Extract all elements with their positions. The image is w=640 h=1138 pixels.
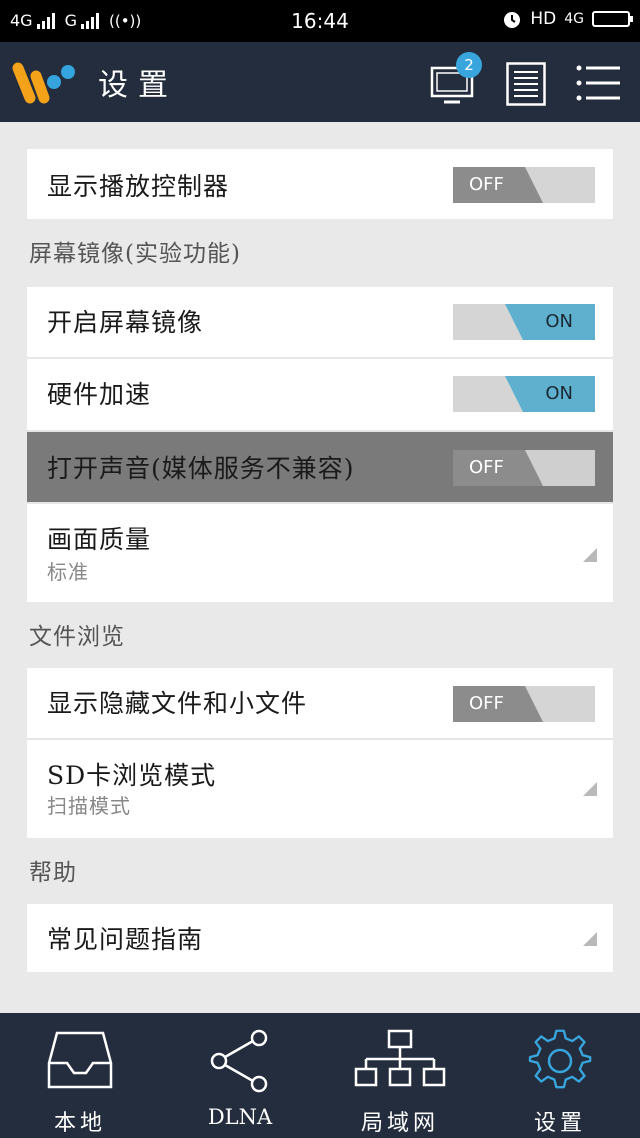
nav-item-lan[interactable]: 局域网	[320, 1013, 480, 1138]
bottom-navigation: 本地 DLNA 局域网 设置	[0, 1013, 640, 1138]
setting-label: SD卡浏览模式	[47, 761, 217, 790]
dropdown-arrow-icon	[583, 782, 597, 796]
setting-label: 开启屏幕镜像	[47, 308, 204, 337]
cast-count-badge: 2	[456, 52, 482, 78]
section-title-mirroring: 屏幕镜像(实验功能)	[29, 241, 241, 267]
nav-label: DLNA	[207, 1105, 273, 1129]
hardware-acceleration-toggle[interactable]: ON	[453, 376, 595, 412]
player-controls-toggle[interactable]: OFF	[453, 167, 595, 203]
toggle-state: OFF	[469, 457, 504, 478]
toggle-state: ON	[545, 383, 573, 404]
alarm-icon	[504, 12, 521, 28]
dropdown-arrow-icon	[583, 548, 597, 562]
help-card: 常见问题指南	[27, 904, 613, 972]
hidden-files-toggle[interactable]: OFF	[453, 686, 595, 722]
gear-icon	[528, 1029, 592, 1089]
network-right: 4G	[564, 11, 584, 27]
page-title: 设置	[98, 68, 178, 103]
inbox-icon	[47, 1031, 113, 1089]
setting-row-player-controls[interactable]: 显示播放控制器 OFF	[27, 149, 613, 219]
setting-label: 显示隐藏文件和小文件	[47, 689, 308, 718]
setting-label: 画面质量	[47, 525, 152, 554]
menu-icon[interactable]	[576, 64, 622, 102]
sound-toggle[interactable]: OFF	[453, 450, 595, 486]
app-logo-icon	[12, 62, 75, 104]
nav-item-settings[interactable]: 设置	[480, 1013, 640, 1138]
setting-row-enable-sound[interactable]: 打开声音(媒体服务不兼容) OFF	[27, 432, 613, 504]
setting-value: 扫描模式	[47, 794, 131, 818]
setting-label: 硬件加速	[47, 380, 152, 409]
nav-label: 设置	[533, 1111, 586, 1136]
setting-row-enable-mirroring[interactable]: 开启屏幕镜像 ON	[27, 287, 613, 359]
setting-label: 打开声音(媒体服务不兼容)	[47, 454, 355, 483]
nav-item-dlna[interactable]: DLNA	[160, 1013, 320, 1138]
nav-label: 局域网	[360, 1111, 439, 1136]
status-right: HD 4G	[502, 9, 633, 29]
share-icon	[210, 1029, 268, 1093]
mirroring-settings-card: 开启屏幕镜像 ON 硬件加速 ON 打开声音(媒体服务不兼容) OFF 画面质量…	[27, 287, 613, 602]
dropdown-arrow-icon	[583, 932, 597, 946]
screen-mirroring-toggle[interactable]: ON	[453, 304, 595, 340]
setting-row-picture-quality[interactable]: 画面质量 标准	[27, 504, 613, 602]
setting-value: 标准	[47, 560, 89, 584]
player-settings-card: 显示播放控制器 OFF	[27, 149, 613, 219]
hd-label: HD	[530, 9, 557, 29]
setting-row-hardware-acceleration[interactable]: 硬件加速 ON	[27, 359, 613, 432]
section-title-help: 帮助	[29, 860, 77, 886]
nav-label: 本地	[53, 1111, 106, 1136]
nav-item-local[interactable]: 本地	[0, 1013, 160, 1138]
setting-label: 显示播放控制器	[47, 172, 230, 201]
cast-button[interactable]: 2	[430, 52, 482, 110]
setting-row-faq[interactable]: 常见问题指南	[27, 904, 613, 972]
toggle-state: ON	[545, 311, 573, 332]
section-title-file-browsing: 文件浏览	[29, 624, 125, 650]
toggle-state: OFF	[469, 693, 504, 714]
file-settings-card: 显示隐藏文件和小文件 OFF SD卡浏览模式 扫描模式	[27, 668, 613, 838]
setting-row-hidden-files[interactable]: 显示隐藏文件和小文件 OFF	[27, 668, 613, 740]
setting-row-sd-browse-mode[interactable]: SD卡浏览模式 扫描模式	[27, 740, 613, 838]
setting-label: 常见问题指南	[47, 925, 204, 954]
list-view-icon[interactable]	[506, 62, 546, 106]
network-icon	[354, 1029, 446, 1087]
app-header: 设置 2	[0, 42, 640, 122]
battery-icon	[592, 11, 633, 27]
toggle-state: OFF	[469, 174, 504, 195]
status-bar: 4G G ((•)) 16:44 HD 4G	[0, 0, 640, 42]
